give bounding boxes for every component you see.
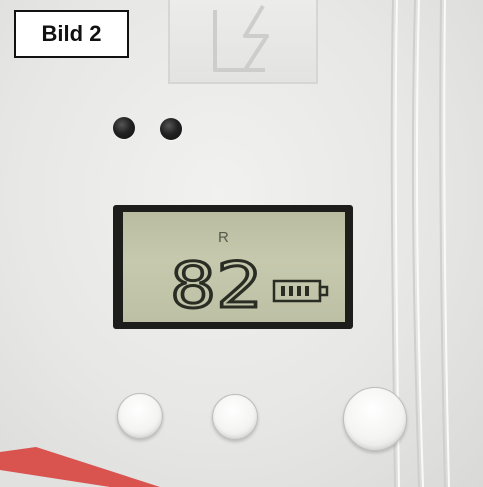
lcd-reading-text: 82 xyxy=(170,255,262,313)
smoke-detector-photo: Bild 2 R 82 xyxy=(0,0,483,487)
middle-button[interactable] xyxy=(212,394,258,440)
test-button[interactable] xyxy=(343,387,407,451)
lcd-indicator: R xyxy=(218,229,229,246)
led-icon xyxy=(160,118,182,140)
led-icon xyxy=(113,117,135,139)
left-button[interactable] xyxy=(117,393,163,439)
battery-icon xyxy=(272,279,329,303)
caption-label: Bild 2 xyxy=(14,10,129,58)
lcd-reading: 82 xyxy=(170,255,264,313)
logo-icon xyxy=(213,4,269,72)
